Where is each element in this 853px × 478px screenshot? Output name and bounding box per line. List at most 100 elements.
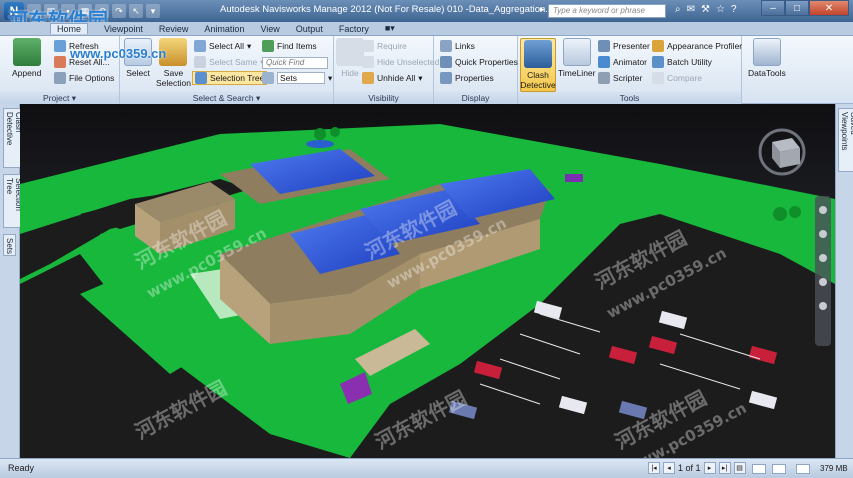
- side-tab-sets[interactable]: Sets: [3, 234, 16, 256]
- project-label: Project: [42, 93, 70, 103]
- scripter-button[interactable]: Scripter: [598, 72, 642, 84]
- window-controls: – □ ✕: [761, 0, 849, 16]
- animator-icon: [598, 56, 610, 68]
- sets-dropdown[interactable]: Sets ▾: [262, 72, 332, 84]
- tab-output[interactable]: Output: [296, 24, 323, 34]
- sheet-browser-button[interactable]: ▤: [733, 462, 746, 474]
- presenter-button[interactable]: Presenter: [598, 40, 650, 52]
- prev-sheet-button[interactable]: ◂: [663, 462, 675, 474]
- append-button[interactable]: Append: [12, 38, 41, 78]
- presenter-icon: [598, 40, 610, 52]
- navigation-bar[interactable]: [815, 196, 831, 346]
- first-sheet-button[interactable]: |◂: [648, 462, 660, 474]
- tools-icon[interactable]: ⚒: [701, 4, 710, 15]
- panel-tools: Clash Detective TimeLiner Presenter Anim…: [518, 36, 742, 104]
- unhide-all-button[interactable]: Unhide All ▾: [362, 72, 423, 84]
- batch-utility-icon: [652, 56, 664, 68]
- tab-factory[interactable]: Factory: [339, 24, 369, 34]
- tab-viewpoint[interactable]: Viewpoint: [104, 24, 143, 34]
- title-help-icons: ⌕ ✉ ⚒ ☆ ?: [675, 4, 737, 15]
- scripter-icon: [598, 72, 610, 84]
- clash-detective-icon: [524, 40, 552, 68]
- find-items-icon: [262, 40, 274, 52]
- window-title: Autodesk Navisworks Manage 2012 (Not For…: [220, 4, 563, 15]
- require-button[interactable]: Require: [362, 40, 407, 52]
- quick-properties-button[interactable]: Quick Properties: [440, 56, 518, 68]
- hide-unselected-icon: [362, 56, 374, 68]
- save-selection-label: Save Selection: [156, 68, 191, 88]
- timeliner-icon: [562, 38, 591, 66]
- watermark-url: www.pc0359.cn: [70, 46, 167, 61]
- redo-icon[interactable]: ↷: [112, 4, 126, 18]
- clash-detective-label: Clash Detective: [520, 70, 556, 90]
- tree: [330, 127, 340, 137]
- properties-icon: [440, 72, 452, 84]
- side-tab-saved-viewpoints[interactable]: Saved Viewpoints: [838, 108, 853, 172]
- tab-view[interactable]: View: [260, 24, 279, 34]
- sets-icon: [262, 72, 274, 84]
- tab-review[interactable]: Review: [159, 24, 189, 34]
- properties-button[interactable]: Properties: [440, 72, 494, 84]
- select-all-icon: [194, 40, 206, 52]
- panel-select-search-label[interactable]: Select & Search ▾: [120, 92, 333, 104]
- binoculars-icon[interactable]: ⌕: [675, 4, 681, 15]
- next-sheet-button[interactable]: ▸: [703, 462, 716, 474]
- help-icon[interactable]: ?: [731, 4, 737, 15]
- tab-animation[interactable]: Animation: [204, 24, 244, 34]
- search-input[interactable]: Type a keyword or phrase: [548, 4, 666, 18]
- select-tool-icon[interactable]: ↖: [129, 4, 143, 18]
- links-icon: [440, 40, 452, 52]
- qat-dropdown-icon[interactable]: ▾: [146, 4, 160, 18]
- find-items-button[interactable]: Find Items: [262, 40, 317, 52]
- file-options-button[interactable]: File Options: [54, 72, 114, 84]
- hide-unselected-button[interactable]: Hide Unselected: [362, 56, 439, 68]
- tree: [789, 206, 801, 218]
- maximize-button[interactable]: □: [785, 0, 809, 16]
- clash-detective-button[interactable]: Clash Detective: [520, 38, 556, 92]
- select-search-label: Select & Search: [192, 93, 254, 103]
- scripter-label: Scripter: [613, 73, 643, 83]
- panel-display-label: Display: [434, 92, 517, 104]
- favorites-icon[interactable]: ☆: [716, 4, 725, 15]
- close-button[interactable]: ✕: [809, 0, 849, 16]
- compare-button[interactable]: Compare: [652, 72, 702, 84]
- tab-extra-icon[interactable]: ■▾: [385, 23, 395, 34]
- select-same-icon: [194, 56, 206, 68]
- datatools-label: DataTools: [748, 68, 786, 78]
- select-same-button[interactable]: Select Same ▾: [194, 56, 264, 68]
- animator-button[interactable]: Animator: [598, 56, 647, 68]
- append-icon: [12, 38, 41, 66]
- panel-project-label[interactable]: Project ▾: [0, 92, 119, 104]
- 3d-viewport[interactable]: 河东软件园 www.pc0359.cn 河东软件园 www.pc0359.cn …: [20, 104, 835, 458]
- properties-label: Properties: [455, 73, 494, 83]
- compare-label: Compare: [667, 73, 702, 83]
- quick-find-input[interactable]: Quick Find: [262, 57, 328, 69]
- select-same-label: Select Same: [209, 57, 258, 67]
- ribbon-tabs: Home Viewpoint Review Animation View Out…: [0, 22, 853, 36]
- last-sheet-button[interactable]: ▸|: [718, 462, 731, 474]
- hide-button[interactable]: Hide: [336, 38, 364, 78]
- datatools-button[interactable]: DataTools: [748, 38, 786, 78]
- tab-home[interactable]: Home: [50, 23, 89, 34]
- scene-render: [20, 104, 835, 458]
- reset-icon: [54, 56, 66, 68]
- communication-icon[interactable]: ✉: [687, 4, 695, 15]
- batch-utility-button[interactable]: Batch Utility: [652, 56, 712, 68]
- quick-properties-label: Quick Properties: [455, 57, 518, 67]
- pond: [306, 140, 334, 148]
- appearance-profiler-button[interactable]: Appearance Profiler: [652, 40, 742, 52]
- select-all-button[interactable]: Select All ▾: [194, 40, 251, 52]
- appearance-profiler-label: Appearance Profiler: [667, 41, 743, 51]
- minimize-button[interactable]: –: [761, 0, 785, 16]
- datatools-icon: [752, 38, 781, 66]
- sets-label: Sets: [277, 72, 325, 84]
- right-dock: Saved Viewpoints: [835, 104, 853, 458]
- file-options-icon: [54, 72, 66, 84]
- require-icon: [362, 40, 374, 52]
- selection-tree-button[interactable]: Selection Tree: [192, 71, 268, 85]
- panel-visibility-label: Visibility: [334, 92, 433, 104]
- links-button[interactable]: Links: [440, 40, 475, 52]
- batch-utility-label: Batch Utility: [667, 57, 712, 67]
- timeliner-button[interactable]: TimeLiner: [558, 38, 595, 78]
- disk-progress-meter: [772, 464, 786, 474]
